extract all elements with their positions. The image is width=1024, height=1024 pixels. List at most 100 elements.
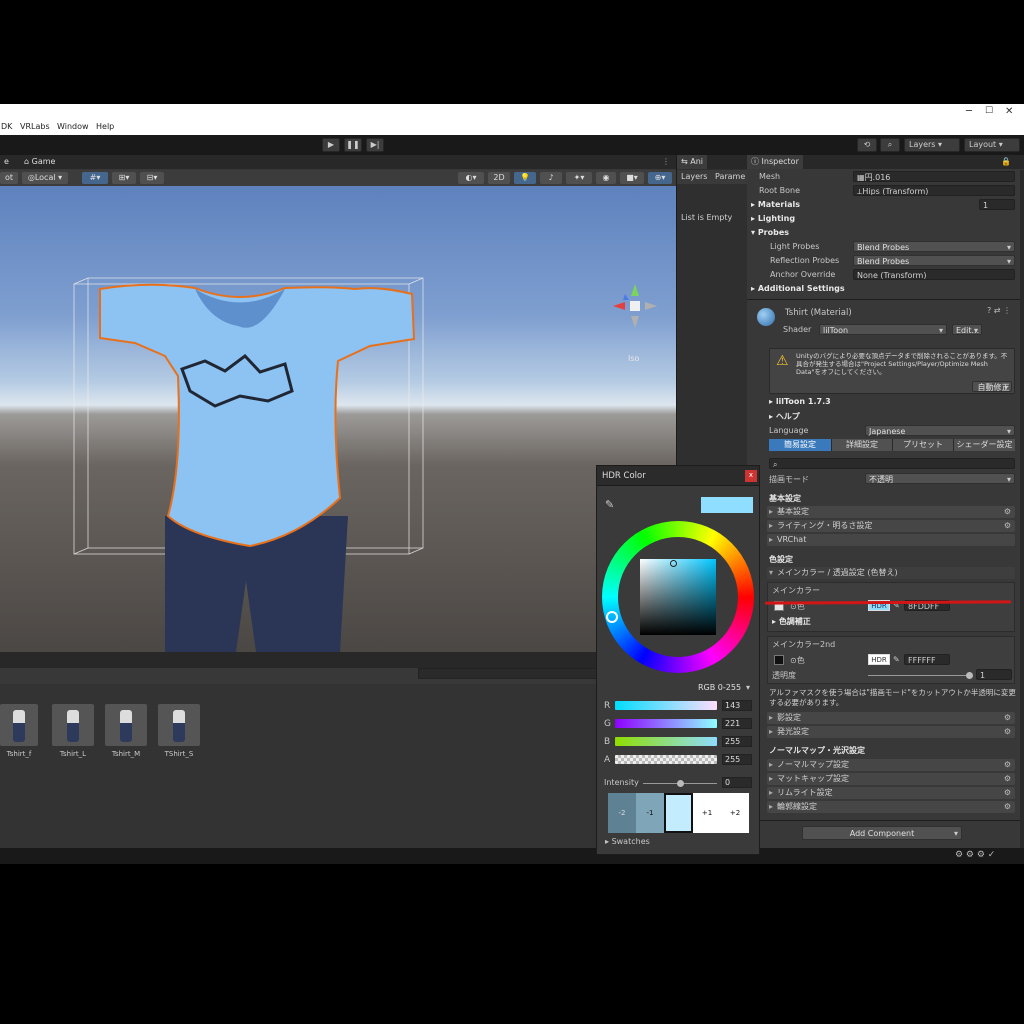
asset-item[interactable]: Tshirt_L (52, 704, 94, 758)
swatch-plus-1[interactable]: +1 (693, 793, 721, 833)
close-icon[interactable]: ✕ (1005, 106, 1013, 117)
texture-slot[interactable] (774, 655, 784, 665)
tab-advanced[interactable]: 詳細設定 (831, 439, 892, 451)
opacity-value[interactable]: 1 (976, 669, 1012, 680)
hue-wheel[interactable] (602, 521, 754, 673)
root-bone-field[interactable]: ⟂Hips (Transform) (853, 185, 1015, 196)
eyedropper-icon[interactable]: ✎ (605, 498, 614, 511)
asset-item[interactable]: Tshirt_f (0, 704, 38, 758)
channel-g-value[interactable]: 221 (722, 718, 752, 729)
play-button[interactable]: ▶ (322, 138, 340, 152)
tab-preset[interactable]: プリセット (892, 439, 953, 451)
swatch-current[interactable] (664, 793, 693, 833)
pivot-dropdown[interactable]: ot (0, 172, 18, 184)
swatches-toggle[interactable]: ▸ Swatches (605, 837, 650, 846)
tab-game[interactable]: ⌂ Game (20, 155, 59, 169)
edit-button[interactable]: Edit... (952, 324, 982, 336)
channel-r-slider[interactable] (615, 701, 717, 710)
autofix-button[interactable]: 自動修正 (972, 381, 1012, 393)
shader-dropdown[interactable]: lilToon (819, 324, 947, 336)
reflection-probes-dropdown[interactable]: Blend Probes (853, 255, 1015, 267)
more-icon[interactable]: ⋮ (662, 157, 670, 166)
eyedropper-icon[interactable]: ✎ (893, 655, 900, 664)
channel-a-value[interactable]: 255 (722, 754, 752, 765)
channel-b-slider[interactable] (615, 737, 717, 746)
section-emission[interactable]: ▸ 発光設定 ⚙ (767, 726, 1015, 738)
camera-icon[interactable]: ■▾ (620, 172, 644, 184)
snap-icon[interactable]: ⊞▾ (112, 172, 136, 184)
search-icon[interactable]: ⌕ (880, 138, 900, 152)
history-icon[interactable]: ⟲ (857, 138, 877, 152)
scene-view[interactable]: Iso (0, 186, 676, 652)
swatch-minus-2[interactable]: -2 (608, 793, 636, 833)
tab-scene[interactable]: e (0, 155, 13, 169)
menu-item-vrlabs[interactable]: VRLabs (20, 122, 50, 131)
lighting-toggle-icon[interactable]: 💡 (514, 172, 536, 184)
menu-item-dk[interactable]: DK (1, 122, 12, 131)
language-dropdown[interactable]: Japanese (865, 425, 1015, 437)
section-vrchat[interactable]: ▸ VRChat (767, 534, 1015, 546)
additional-row[interactable]: ▸ Additional Settings (747, 282, 1024, 295)
section-outline[interactable]: ▸ 輪郭線設定 ⚙ (767, 801, 1015, 813)
section-main-color[interactable]: ▾ メインカラー / 透過設定 (色替え) (767, 567, 1015, 579)
help-toggle[interactable]: ▸ ヘルプ (769, 411, 800, 422)
probes-row[interactable]: ▾ Probes (747, 226, 1024, 239)
visibility-icon[interactable]: ◉ (596, 172, 616, 184)
inspector-scrollbar[interactable] (1020, 170, 1024, 850)
tab-parameters[interactable]: Parame (715, 172, 745, 181)
light-probes-dropdown[interactable]: Blend Probes (853, 241, 1015, 253)
swatch-minus-1[interactable]: -1 (636, 793, 664, 833)
lock-icon[interactable]: 🔒 (1001, 157, 1011, 166)
mode-2d-button[interactable]: 2D (488, 172, 510, 184)
step-button[interactable]: ▶| (366, 138, 384, 152)
minimize-icon[interactable]: ─ (966, 106, 972, 117)
close-icon[interactable]: x (745, 470, 757, 482)
main-color-2nd-swatch[interactable]: HDR (868, 654, 890, 665)
channel-r-value[interactable]: 143 (722, 700, 752, 711)
main-color-2nd-hex[interactable]: FFFFFF (904, 654, 950, 665)
material-options-icon[interactable]: ? ⇄ ⋮ (987, 306, 1011, 315)
channel-a-slider[interactable] (615, 755, 717, 764)
draw-mode-icon[interactable]: ◐▾ (458, 172, 484, 184)
tab-shader-settings[interactable]: シェーダー設定 (953, 439, 1015, 451)
channel-g-slider[interactable] (615, 719, 717, 728)
hue-cursor[interactable] (606, 611, 618, 623)
effects-icon[interactable]: ✦▾ (566, 172, 592, 184)
render-mode-dropdown[interactable]: 不透明 (865, 473, 1015, 485)
local-dropdown[interactable]: ◎Local ▾ (22, 172, 68, 184)
tab-layers[interactable]: Layers (681, 172, 707, 181)
add-component-button[interactable]: Add Component (802, 826, 962, 840)
anchor-field[interactable]: None (Transform) (853, 269, 1015, 280)
menu-item-window[interactable]: Window (57, 122, 89, 131)
tab-simple[interactable]: 簡易設定 (769, 439, 831, 451)
section-rimlight[interactable]: ▸ リムライト設定 ⚙ (767, 787, 1015, 799)
menu-item-help[interactable]: Help (96, 122, 114, 131)
materials-count[interactable]: 1 (979, 199, 1015, 210)
section-normal-map[interactable]: ▸ ノーマルマップ設定 ⚙ (767, 759, 1015, 771)
color-mode-dropdown[interactable]: RGB 0-255 (695, 682, 753, 693)
intensity-slider-handle[interactable] (677, 780, 684, 787)
layout-dropdown[interactable]: Layout ▾ (964, 138, 1020, 152)
asset-item[interactable]: TShirt_S (158, 704, 200, 758)
channel-b-value[interactable]: 255 (722, 736, 752, 747)
gizmo-projection-label[interactable]: Iso (628, 354, 639, 363)
audio-toggle-icon[interactable]: ♪ (540, 172, 562, 184)
increment-snap-icon[interactable]: ⊟▾ (140, 172, 164, 184)
opacity-slider-track[interactable] (868, 675, 972, 676)
section-shadow[interactable]: ▸ 影設定 ⚙ (767, 712, 1015, 724)
layers-dropdown[interactable]: Layers ▾ (904, 138, 960, 152)
section-matcap[interactable]: ▸ マットキャップ設定 ⚙ (767, 773, 1015, 785)
opacity-slider-handle[interactable] (966, 672, 973, 679)
liltoon-version-toggle[interactable]: ▸ lilToon 1.7.3 (769, 397, 831, 406)
lighting-row[interactable]: ▸ Lighting (747, 212, 1024, 225)
status-icons[interactable]: ⚙ ⚙ ⚙ ✓ (955, 850, 995, 860)
intensity-value[interactable]: 0 (722, 777, 752, 788)
sv-cursor[interactable] (670, 560, 677, 567)
tab-animator[interactable]: ⇆ Ani (677, 155, 708, 169)
section-basic[interactable]: ▸ 基本設定 ⚙ (767, 506, 1015, 518)
swatch-plus-2[interactable]: +2 (721, 793, 749, 833)
gizmos-icon[interactable]: ⊕▾ (648, 172, 672, 184)
maximize-icon[interactable]: ☐ (985, 106, 993, 116)
pause-button[interactable]: ❚❚ (344, 138, 362, 152)
materials-row[interactable]: ▸ Materials 1 (747, 198, 1024, 211)
